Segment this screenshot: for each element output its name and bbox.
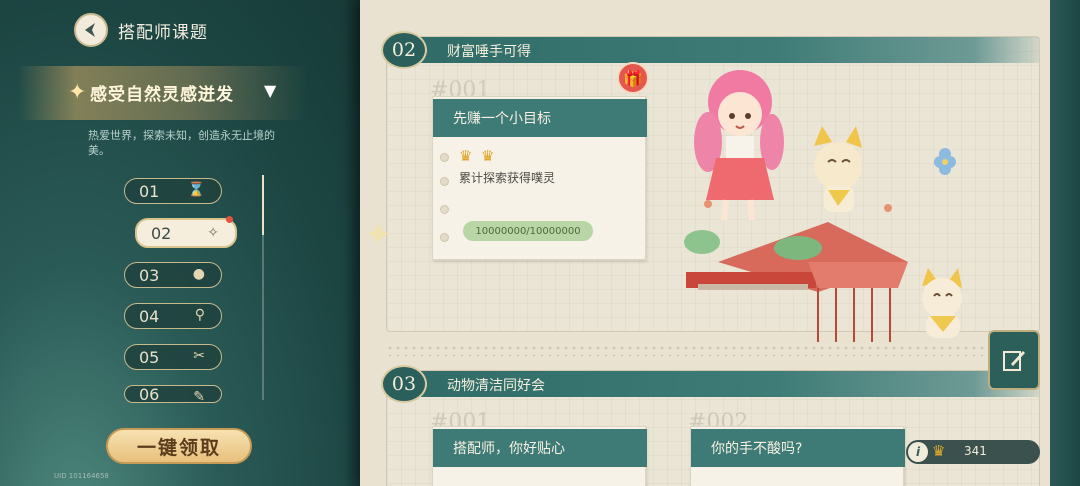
notification-dot — [226, 216, 233, 223]
chapter-05[interactable]: 05 ✂ — [124, 344, 222, 370]
chapter-label: 06 — [139, 385, 160, 403]
task-note[interactable]: 搭配师，你好贴心 — [432, 426, 647, 486]
task-requirement: 累计探索获得噗灵 — [459, 171, 556, 185]
chapter-scrollbar[interactable] — [262, 175, 264, 400]
chapter-label: 03 — [139, 265, 160, 285]
hourglass-icon: ⌛ — [187, 182, 205, 198]
card-title: 动物清洁同好会 — [447, 378, 545, 394]
chevron-down-icon: ▼ — [264, 81, 277, 100]
crown-icon: ♛ — [459, 147, 473, 165]
chapter-label: 04 — [139, 306, 160, 326]
task-title: 搭配师，你好贴心 — [433, 429, 647, 467]
pen-icon — [1003, 351, 1025, 371]
card-number: 02 — [381, 31, 427, 69]
chapter-label: 05 — [139, 347, 160, 367]
score-display: i ♛ 341 — [906, 440, 1040, 464]
star-sparkle-icon: ✦ — [364, 215, 393, 255]
edit-button[interactable] — [988, 330, 1040, 390]
chapter-03[interactable]: 03 ● — [124, 262, 222, 288]
back-arrow-icon — [85, 23, 95, 37]
theme-title: 感受自然灵感迸发 — [90, 85, 234, 105]
score-value: 341 — [964, 444, 987, 458]
section-divider — [386, 344, 1040, 356]
chapter-06[interactable]: 06 ✎ — [124, 385, 222, 403]
panel-edge — [1050, 0, 1080, 486]
task-title: 你的手不酸吗? — [691, 429, 905, 467]
chapter-04[interactable]: 04 ⚲ — [124, 303, 222, 329]
task-progress: 10000000/10000000 — [463, 221, 593, 241]
magnifier-icon: ⚲ — [194, 307, 205, 323]
chapter-label: 02 — [151, 223, 172, 243]
task-note[interactable]: 先赚一个小目标 ♛ ♛ 累计探索获得噗灵 10000000/10000000 — [432, 96, 647, 260]
back-button[interactable] — [74, 13, 108, 47]
cat-illustration — [922, 268, 962, 338]
sparkle-icon: ✧ — [207, 225, 219, 241]
claim-all-button[interactable]: 一键领取 — [106, 428, 252, 464]
user-id: UID 101164658 — [54, 472, 109, 480]
card-header: 财富唾手可得 — [387, 37, 1039, 63]
chapter-01[interactable]: 01 ⌛ — [124, 178, 222, 204]
theme-selector[interactable]: ✦ 感受自然灵感迸发 ▼ — [18, 66, 308, 120]
crown-icon: ♛ — [481, 147, 495, 165]
card-title: 财富唾手可得 — [447, 44, 531, 60]
info-icon[interactable]: i — [908, 442, 928, 462]
sparkle-icon: ✦ — [68, 80, 87, 105]
card-header: 动物清洁同好会 — [387, 371, 1039, 397]
sewing-icon: ✂ — [193, 348, 205, 364]
page-title: 搭配师课题 — [118, 23, 208, 43]
chapter-label: 01 — [139, 181, 160, 201]
sidebar: 搭配师课题 ✦ 感受自然灵感迸发 ▼ 热爱世界，探索未知，创造永无止境的美。 0… — [0, 0, 372, 486]
brush-icon: ✎ — [193, 389, 205, 403]
crown-icon: ♛ — [932, 442, 946, 460]
gift-icon[interactable]: 🎁 — [617, 62, 649, 94]
task-title: 先赚一个小目标 — [433, 99, 647, 137]
macaron-icon: ● — [192, 266, 205, 282]
theme-description: 热爱世界，探索未知，创造永无止境的美。 — [88, 129, 275, 157]
scroll-thumb[interactable] — [262, 175, 264, 235]
card-number: 03 — [381, 365, 427, 403]
task-note[interactable]: 你的手不酸吗? — [690, 426, 905, 486]
chapter-02[interactable]: 02 ✧ — [135, 216, 237, 248]
